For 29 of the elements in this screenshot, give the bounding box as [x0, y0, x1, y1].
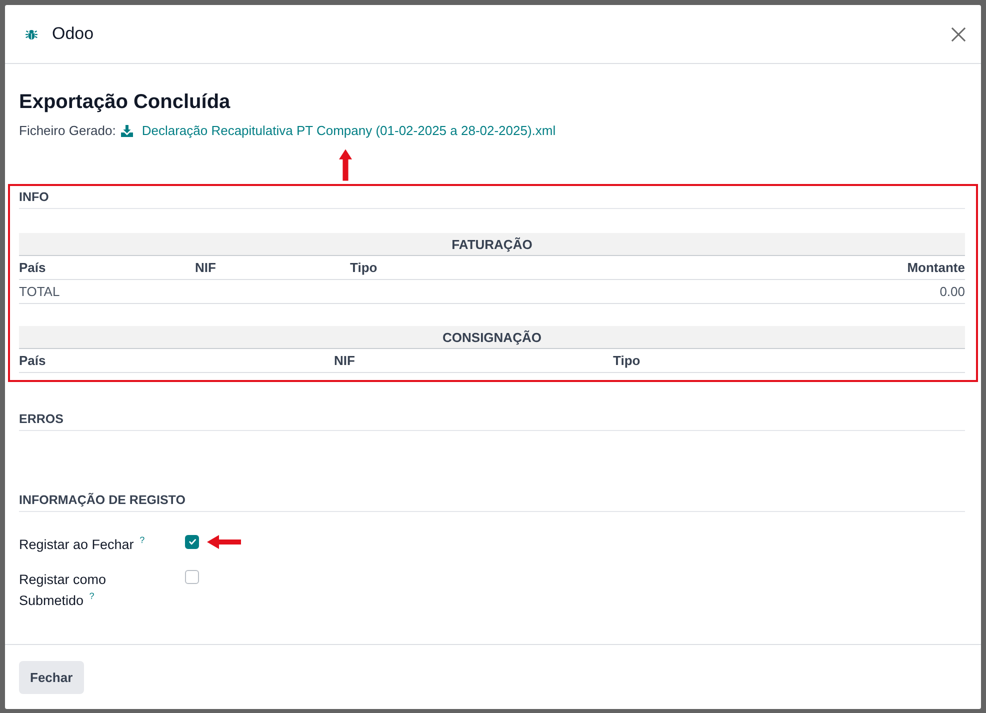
annotation-arrow-up [339, 148, 352, 182]
close-button[interactable]: Fechar [19, 661, 84, 694]
column-header: NIF [334, 353, 356, 368]
total-amount-cell: 0.00 [940, 284, 965, 299]
check-icon [188, 539, 196, 545]
export-heading: Exportação Concluída [19, 90, 232, 114]
checkbox[interactable] [185, 570, 199, 584]
field-label: Registar como Submetido $^{?}$ [19, 572, 106, 608]
column-header: País [19, 353, 47, 368]
file-label: Ficheiro Gerado: [19, 122, 116, 140]
table-title: CONSIGNAÇÃO [442, 330, 542, 344]
section-title: ERROS [19, 411, 965, 431]
download-icon[interactable] [120, 125, 133, 137]
column-header: Montante [907, 260, 965, 275]
section-title: INFO [19, 189, 965, 209]
total-label-cell-text: TOTAL [19, 284, 61, 299]
column-header: País [19, 260, 47, 275]
column-header: Tipo [350, 260, 378, 275]
section-title: INFORMAÇÃO DE REGISTO [19, 492, 965, 512]
annotation-arrow-left [207, 535, 241, 549]
bug-icon [25, 28, 38, 40]
column-header: Tipo [613, 353, 642, 368]
dialog-title: Odoo [52, 24, 94, 44]
checkbox[interactable] [185, 535, 199, 549]
column-header: NIF [195, 260, 217, 275]
close-icon[interactable] [951, 26, 966, 42]
field-label: Registar ao Fechar $^{?}$ [19, 537, 145, 552]
table-title: FATURAÇÃO [452, 236, 532, 252]
file-download-link[interactable]: Declaração Recapitulativa PT Company (01-02-2025 a 28-02-2025).xml [142, 121, 556, 141]
